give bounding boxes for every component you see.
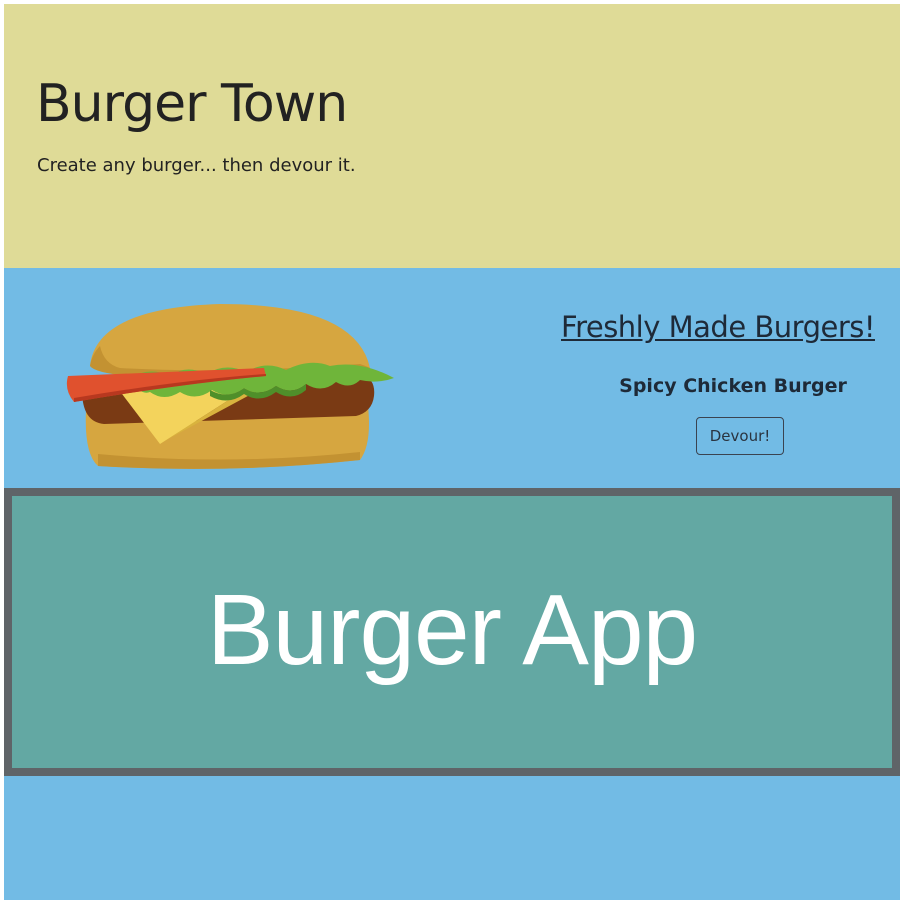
burger-name: Spicy Chicken Burger [619,375,847,397]
devour-button[interactable]: Devour! [696,417,784,455]
tagline: Create any burger... then devour it. [37,155,356,176]
header-jumbotron: Burger Town Create any burger... then de… [4,4,900,268]
site-title: Burger Town [36,74,348,134]
menu-heading: Freshly Made Burgers! [561,310,875,344]
menu-panel: Freshly Made Burgers! [540,310,896,344]
burger-image [66,304,394,469]
app-banner: Burger App [4,488,900,776]
banner-text: Burger App [206,573,698,686]
